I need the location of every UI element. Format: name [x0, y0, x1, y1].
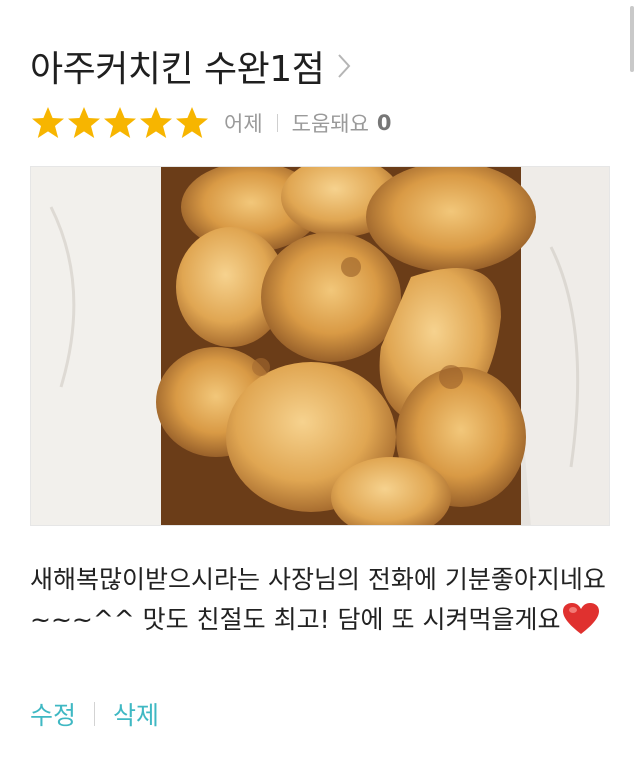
divider [94, 702, 96, 726]
review-date: 어제 [224, 112, 263, 136]
review-photo[interactable] [30, 166, 610, 526]
helpful-count: 0 [376, 111, 392, 135]
store-title[interactable]: 아주커치킨 수완1점 [30, 40, 325, 92]
star-icon [140, 107, 172, 138]
review-text: 새해복많이받으시라는 사장님의 전화에 기분좋아지네요~~~^^ 맛도 친절도 … [30, 560, 610, 640]
review-text-content: 새해복많이받으시라는 사장님의 전화에 기분좋아지네요~~~^^ 맛도 친절도 … [30, 565, 606, 634]
fried-chicken-photo [31, 167, 609, 525]
star-icon [68, 107, 100, 138]
review-actions: 수정 삭제 [30, 696, 159, 732]
divider [276, 114, 278, 132]
star-icon [32, 107, 64, 138]
scrollbar[interactable] [630, 6, 634, 72]
red-heart-icon [563, 603, 600, 634]
star-rating [30, 105, 210, 141]
star-icon [104, 107, 136, 138]
delete-button[interactable]: 삭제 [113, 696, 159, 732]
helpful-label[interactable]: 도움돼요 [292, 108, 369, 138]
chevron-right-icon[interactable] [336, 52, 352, 80]
review-header[interactable]: 아주커치킨 수완1점 [30, 40, 352, 92]
review-meta: 어제 도움돼요 0 [30, 104, 392, 142]
edit-button[interactable]: 수정 [30, 696, 76, 732]
star-icon [176, 107, 208, 138]
